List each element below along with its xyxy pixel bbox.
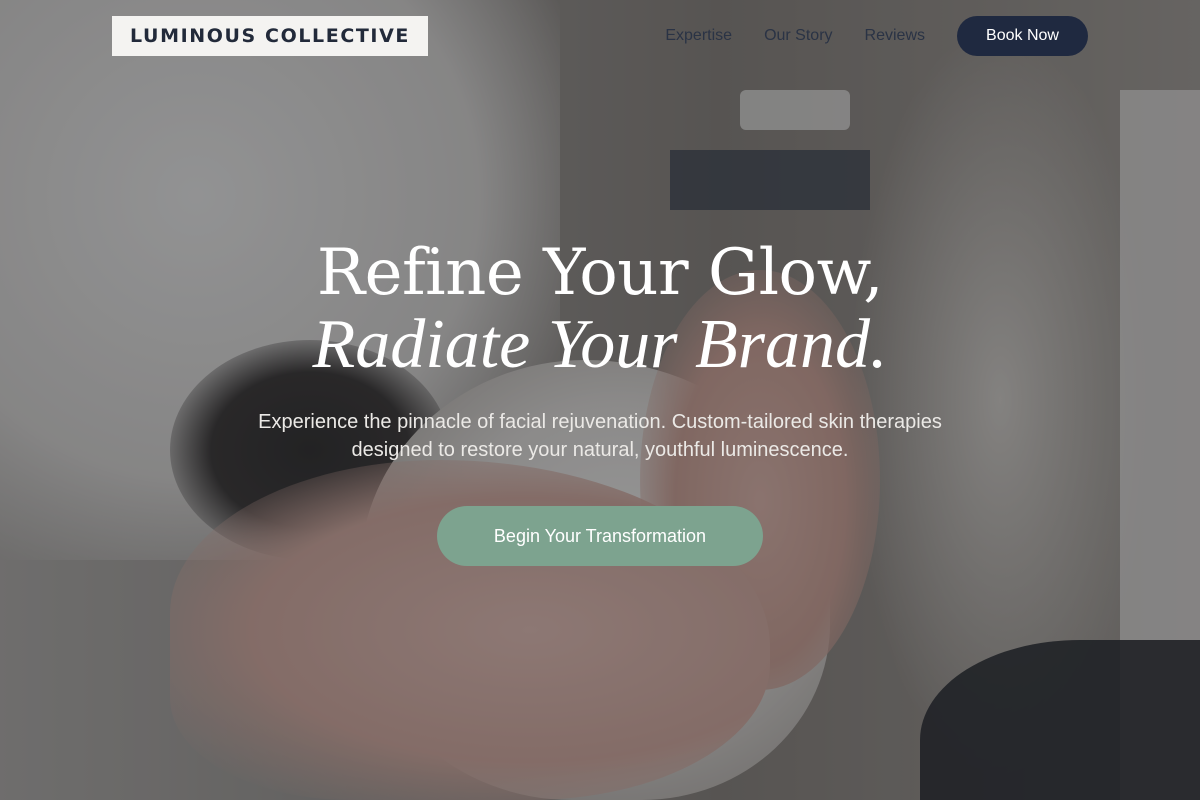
main-nav: Expertise Our Story Reviews Book Now: [665, 16, 1088, 56]
book-now-button[interactable]: Book Now: [957, 16, 1088, 56]
begin-transformation-button[interactable]: Begin Your Transformation: [437, 506, 763, 566]
brand-logo[interactable]: LUMINOUS COLLECTIVE: [112, 16, 428, 56]
site-header: LUMINOUS COLLECTIVE Expertise Our Story …: [0, 0, 1200, 72]
nav-link-our-story[interactable]: Our Story: [764, 27, 832, 45]
nav-link-reviews[interactable]: Reviews: [865, 27, 925, 45]
hero-section: Refine Your Glow, Radiate Your Brand. Ex…: [0, 236, 1200, 566]
headline-line-1: Refine Your Glow,: [316, 236, 884, 310]
hero-headline: Refine Your Glow, Radiate Your Brand.: [0, 236, 1200, 380]
headline-line-2: Radiate Your Brand.: [312, 306, 888, 383]
hero-subtitle: Experience the pinnacle of facial rejuve…: [258, 411, 942, 461]
nav-link-expertise[interactable]: Expertise: [665, 27, 732, 45]
